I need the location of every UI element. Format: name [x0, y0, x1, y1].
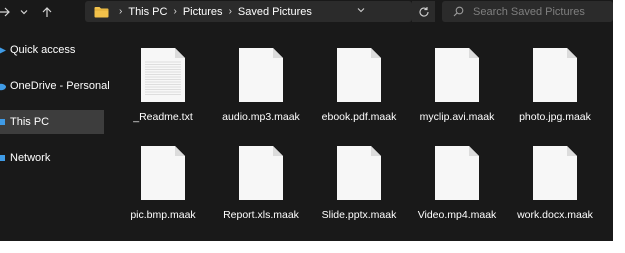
file-explorer-window: › This PC › Pictures › Saved Pictures Se… [0, 0, 613, 241]
file-item[interactable]: Slide.pptx.maak [310, 142, 408, 240]
sidebar-item-network[interactable]: Network [0, 146, 104, 170]
search-input[interactable]: Search Saved Pictures [442, 1, 613, 22]
search-icon [453, 6, 464, 17]
file-name: _Readme.txt [133, 111, 193, 123]
file-item[interactable]: Report.xls.maak [212, 142, 310, 240]
file-name: audio.mp3.maak [222, 111, 300, 123]
chevron-down-icon[interactable] [17, 3, 31, 21]
navigation-toolbar: › This PC › Pictures › Saved Pictures Se… [0, 0, 613, 26]
quick-access-icon [0, 47, 6, 53]
chevron-right-icon: › [119, 6, 123, 17]
sidebar-item-label: Quick access [10, 44, 76, 56]
blank-file-icon [435, 146, 479, 200]
breadcrumb-pictures[interactable]: Pictures [183, 6, 223, 18]
file-name: myclip.avi.maak [419, 111, 495, 123]
sidebar-item-label: This PC [10, 116, 50, 128]
chevron-right-icon: › [228, 6, 232, 17]
file-item[interactable]: pic.bmp.maak [114, 142, 212, 240]
file-item[interactable]: photo.jpg.maak [506, 44, 604, 142]
this-pc-icon [0, 118, 5, 125]
blank-file-icon [239, 48, 283, 102]
file-name: pic.bmp.maak [130, 209, 196, 221]
blank-file-icon [435, 48, 479, 102]
file-name: Slide.pptx.maak [321, 209, 397, 221]
sidebar-item-onedrive[interactable]: OneDrive - Personal [0, 74, 110, 98]
file-item[interactable]: ebook.pdf.maak [310, 44, 408, 142]
breadcrumb-saved-pictures[interactable]: Saved Pictures [238, 6, 312, 18]
blank-file-icon [141, 146, 185, 200]
address-bar[interactable]: › This PC › Pictures › Saved Pictures [85, 1, 412, 22]
file-item[interactable]: myclip.avi.maak [408, 44, 506, 142]
blank-file-icon [337, 146, 381, 200]
blank-file-icon [533, 146, 577, 200]
text-document-icon [141, 48, 185, 102]
blank-file-icon [533, 48, 577, 102]
file-name: ebook.pdf.maak [321, 111, 397, 123]
onedrive-icon [0, 83, 6, 90]
sidebar-item-label: Network [10, 152, 51, 164]
blank-file-icon [337, 48, 381, 102]
breadcrumb-this-pc[interactable]: This PC [128, 6, 167, 18]
chevron-right-icon: › [173, 6, 177, 17]
arrow-up-icon[interactable] [40, 3, 54, 21]
chevron-down-icon[interactable] [356, 5, 366, 18]
file-name: Video.mp4.maak [417, 209, 497, 221]
network-icon [0, 154, 5, 161]
file-name: Report.xls.maak [223, 209, 299, 221]
file-name: work.docx.maak [517, 209, 593, 221]
file-item[interactable]: audio.mp3.maak [212, 44, 310, 142]
sidebar-item-this-pc[interactable]: This PC [0, 110, 104, 134]
file-item[interactable]: work.docx.maak [506, 142, 604, 240]
file-grid: _Readme.txt audio.mp3.maak ebook.pdf.maa… [114, 44, 613, 240]
sidebar-item-label: OneDrive - Personal [10, 80, 110, 92]
arrow-right-icon[interactable] [0, 3, 12, 21]
search-placeholder: Search Saved Pictures [473, 5, 585, 18]
file-name: photo.jpg.maak [519, 111, 591, 123]
refresh-icon[interactable] [412, 1, 435, 22]
folder-icon [94, 6, 109, 18]
blank-file-icon [239, 146, 283, 200]
file-item[interactable]: Video.mp4.maak [408, 142, 506, 240]
navigation-pane: Quick access OneDrive - Personal This PC… [0, 38, 110, 182]
sidebar-item-quick-access[interactable]: Quick access [0, 38, 104, 62]
file-item[interactable]: _Readme.txt [114, 44, 212, 142]
